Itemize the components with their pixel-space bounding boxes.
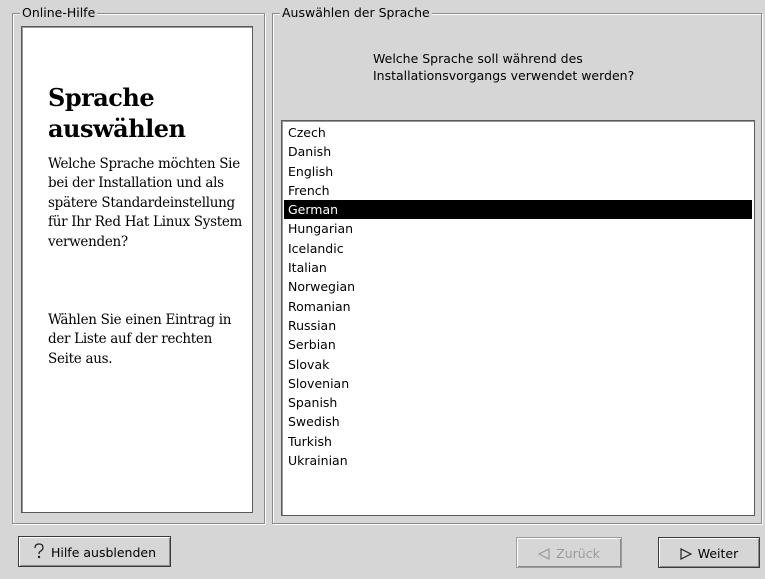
online-help-frame: Online-Hilfe Sprache auswählen Welche Sp… bbox=[12, 5, 265, 524]
online-help-title: Online-Hilfe bbox=[20, 5, 98, 21]
help-text-panel: Sprache auswählen Welche Sprache möchten… bbox=[21, 26, 253, 513]
help-paragraph: Welche Sprache möchten Sie bei der Insta… bbox=[48, 156, 243, 250]
language-item[interactable]: Slovak bbox=[284, 355, 752, 374]
language-question: Welche Sprache soll während des Installa… bbox=[273, 50, 761, 84]
help-heading: Sprache auswählen bbox=[48, 83, 186, 143]
language-selection-title: Auswählen der Sprache bbox=[280, 5, 432, 21]
triangle-left-icon bbox=[537, 538, 550, 569]
language-item[interactable]: Ukrainian bbox=[284, 451, 752, 470]
language-item[interactable]: Serbian bbox=[284, 335, 752, 354]
language-item[interactable]: Icelandic bbox=[284, 239, 752, 258]
language-item[interactable]: Italian bbox=[284, 258, 752, 277]
question-line: Welche Sprache soll während des bbox=[373, 51, 583, 66]
language-item[interactable]: Norwegian bbox=[284, 277, 752, 296]
language-item[interactable]: Hungarian bbox=[284, 219, 752, 238]
next-label: Weiter bbox=[697, 546, 739, 561]
language-item[interactable]: Turkish bbox=[284, 432, 752, 451]
question-icon bbox=[33, 537, 45, 568]
back-label: Zurück bbox=[556, 546, 600, 561]
language-selection-frame: Auswählen der Sprache Welche Sprache sol… bbox=[272, 5, 762, 524]
language-item[interactable]: Danish bbox=[284, 142, 752, 161]
question-line: Installationsvorgangs verwendet werden? bbox=[373, 68, 635, 83]
language-item[interactable]: English bbox=[284, 162, 752, 181]
triangle-right-icon bbox=[680, 538, 693, 569]
language-item[interactable]: French bbox=[284, 181, 752, 200]
language-item[interactable]: Spanish bbox=[284, 393, 752, 412]
next-button[interactable]: Weiter bbox=[658, 537, 760, 568]
language-item[interactable]: Swedish bbox=[284, 412, 752, 431]
language-item[interactable]: Romanian bbox=[284, 297, 752, 316]
language-item[interactable]: German bbox=[284, 200, 752, 220]
hide-help-button[interactable]: Hilfe ausblenden bbox=[18, 536, 171, 567]
back-button[interactable]: Zurück bbox=[516, 537, 622, 568]
language-items: Czech Danish English French German Hungarian I… bbox=[284, 123, 752, 470]
language-list[interactable]: Czech Danish English French German Hungarian I… bbox=[281, 120, 755, 516]
language-item[interactable]: Russian bbox=[284, 316, 752, 335]
help-paragraph: Wählen Sie einen Eintrag in der Liste au… bbox=[48, 312, 232, 367]
language-item[interactable]: Slovenian bbox=[284, 374, 752, 393]
hide-help-label: Hilfe ausblenden bbox=[50, 545, 157, 560]
language-item[interactable]: Czech bbox=[284, 123, 752, 142]
